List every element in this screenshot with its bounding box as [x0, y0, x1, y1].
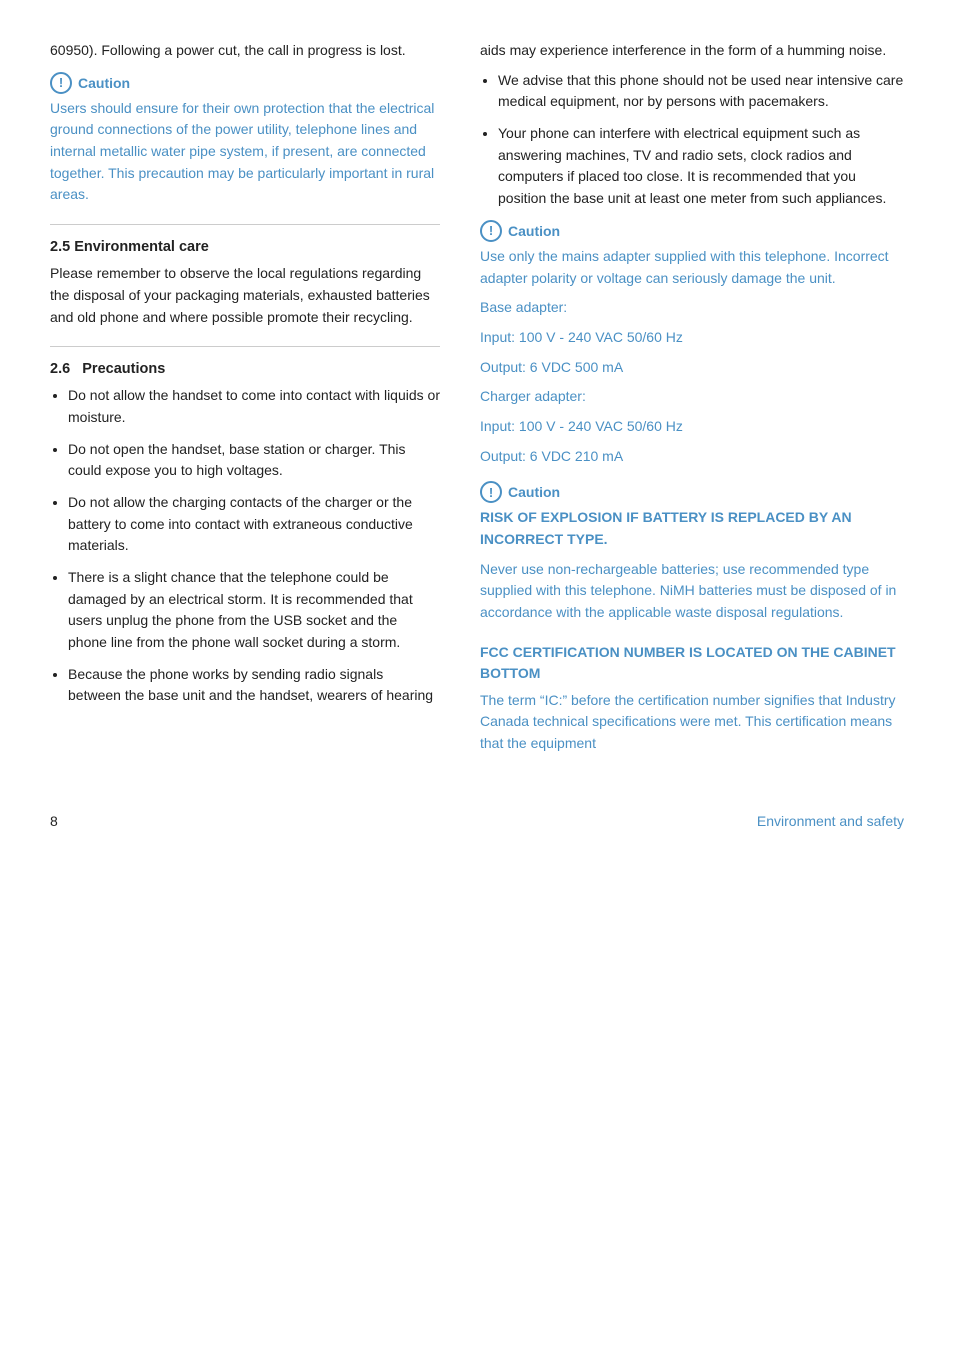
footer-section-label: Environment and safety [757, 813, 904, 829]
list-item: Do not allow the charging contacts of th… [68, 492, 440, 557]
fcc-heading: FCC CERTIFICATION NUMBER IS LOCATED ON T… [480, 642, 904, 684]
section-25-title: Environmental care [74, 239, 209, 255]
left-column: 60950). Following a power cut, the call … [50, 40, 440, 763]
caution-icon-3: ! [480, 481, 502, 503]
list-item: Your phone can interfere with electrical… [498, 123, 904, 210]
section-25-heading: 2.5 Environmental care [50, 239, 440, 255]
caution-block-2: ! Caution Use only the mains adapter sup… [480, 220, 904, 468]
caution-label-1: Caution [78, 75, 130, 91]
right-column: aids may experience interference in the … [480, 40, 904, 763]
caution-text-2: Use only the mains adapter supplied with… [480, 246, 904, 289]
right-bullet-list: We advise that this phone should not be … [480, 70, 904, 210]
section-26-number: 2.6 [50, 361, 70, 377]
page-layout: 60950). Following a power cut, the call … [50, 40, 904, 763]
list-item: Do not open the handset, base station or… [68, 439, 440, 482]
caution-details-2: Base adapter: Input: 100 V - 240 VAC 50/… [480, 297, 904, 467]
intro-paragraph-left: 60950). Following a power cut, the call … [50, 40, 440, 62]
intro-paragraph-right: aids may experience interference in the … [480, 40, 904, 62]
caution-icon-1: ! [50, 72, 72, 94]
section-2-6: 2.6 Precautions Do not allow the handset… [50, 361, 440, 707]
caution-header-3: ! Caution [480, 481, 904, 503]
section-26-title: Precautions [82, 361, 165, 377]
caution-detail-line: Input: 100 V - 240 VAC 50/60 Hz [480, 327, 904, 349]
page-footer: 8 Environment and safety [50, 803, 904, 829]
caution-block-3: ! Caution RISK OF EXPLOSION IF BATTERY I… [480, 481, 904, 623]
caution-detail-line: Output: 6 VDC 210 mA [480, 446, 904, 468]
list-item: Do not allow the handset to come into co… [68, 385, 440, 428]
caution-header-1: ! Caution [50, 72, 440, 94]
fcc-text: The term “IC:” before the certification … [480, 690, 904, 755]
caution-detail-line: Charger adapter: [480, 386, 904, 408]
caution-bold-text-3: RISK OF EXPLOSION IF BATTERY IS REPLACED… [480, 507, 904, 550]
section-25-number: 2.5 [50, 239, 70, 255]
caution-detail-line: Input: 100 V - 240 VAC 50/60 Hz [480, 416, 904, 438]
caution-icon-2: ! [480, 220, 502, 242]
list-item: There is a slight chance that the teleph… [68, 567, 440, 654]
list-item: We advise that this phone should not be … [498, 70, 904, 113]
fcc-block: FCC CERTIFICATION NUMBER IS LOCATED ON T… [480, 642, 904, 755]
caution-text-1: Users should ensure for their own protec… [50, 98, 440, 206]
section-2-5: 2.5 Environmental care Please remember t… [50, 239, 440, 328]
caution-label-3: Caution [508, 484, 560, 500]
divider-1 [50, 224, 440, 225]
section-26-heading: 2.6 Precautions [50, 361, 440, 377]
caution-label-2: Caution [508, 223, 560, 239]
section-25-body: Please remember to observe the local reg… [50, 263, 440, 328]
caution-detail-line: Base adapter: [480, 297, 904, 319]
caution-header-2: ! Caution [480, 220, 904, 242]
list-item: Because the phone works by sending radio… [68, 664, 440, 707]
divider-2 [50, 346, 440, 347]
caution-block-1: ! Caution Users should ensure for their … [50, 72, 440, 206]
precautions-list: Do not allow the handset to come into co… [50, 385, 440, 707]
footer-page-number: 8 [50, 813, 58, 829]
caution-detail-line: Output: 6 VDC 500 mA [480, 357, 904, 379]
caution-text-3: Never use non-rechargeable batteries; us… [480, 559, 904, 624]
